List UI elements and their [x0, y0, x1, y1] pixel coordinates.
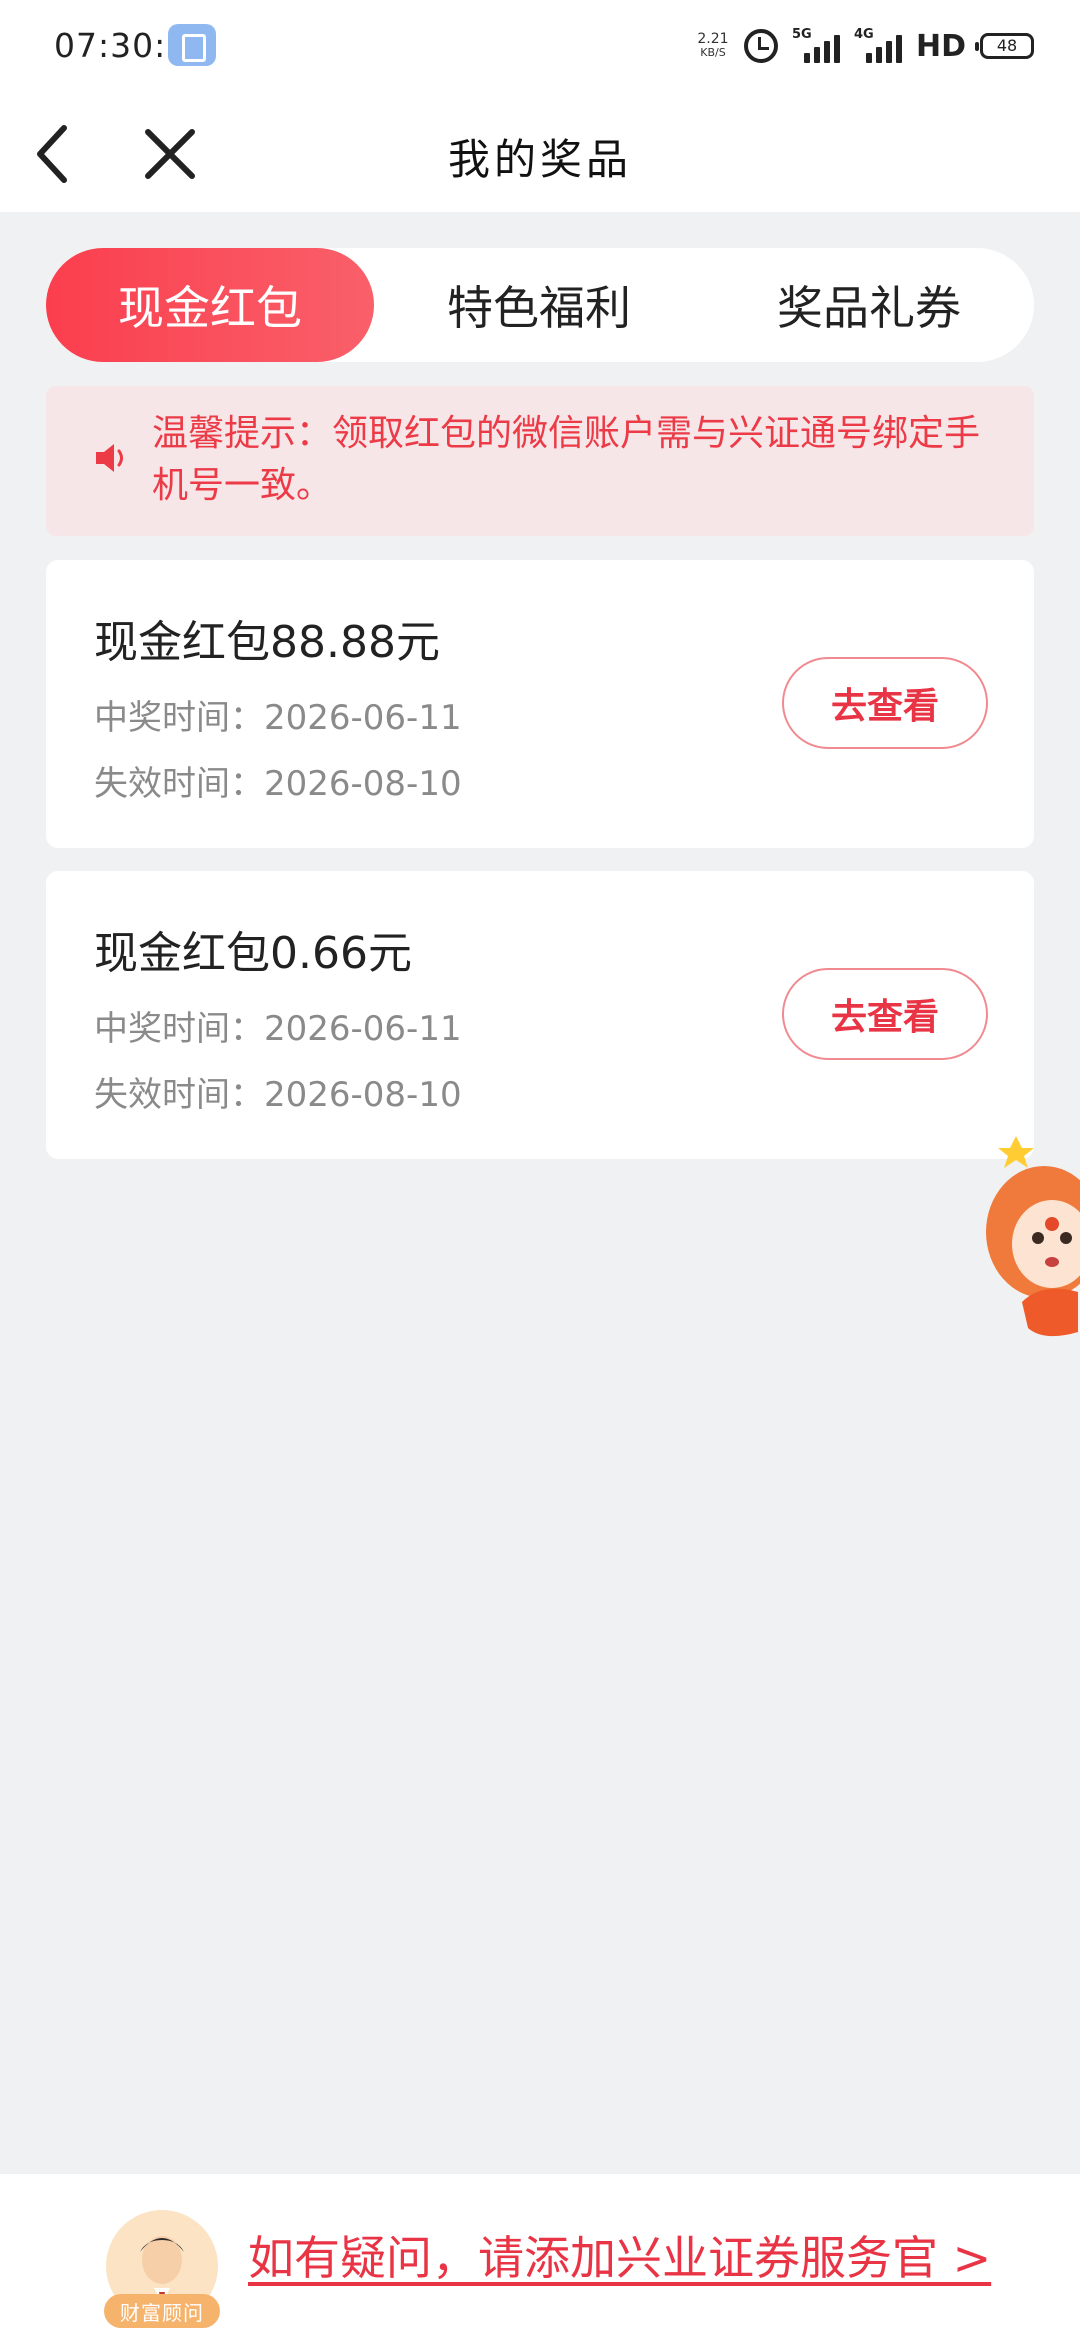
- tab-special-benefits[interactable]: 特色福利: [374, 248, 704, 362]
- prize-title: 现金红包88.88元: [94, 617, 440, 668]
- page-title: 我的奖品: [447, 135, 632, 184]
- prize-expire-time: 失效时间：2026-08-10: [94, 764, 462, 804]
- battery-icon: 48: [975, 33, 1034, 59]
- signal-4g-icon: 4G: [853, 27, 902, 63]
- status-indicators: 2.21 KB/S 5G 4G HD 48: [696, 24, 1034, 68]
- view-prize-button[interactable]: 去查看: [782, 968, 988, 1060]
- network-speed-value: 2.21: [697, 31, 729, 47]
- prize-tabs: 现金红包 特色福利 奖品礼券: [46, 248, 1034, 362]
- hd-voice-icon: HD: [915, 28, 966, 64]
- status-bar: 07:30:01 2.21 KB/S 5G 4G HD 48: [0, 0, 1080, 92]
- prize-card: 现金红包0.66元 中奖时间：2026-06-11 失效时间：2026-08-1…: [46, 871, 1034, 1159]
- prize-win-time: 中奖时间：2026-06-11: [94, 1009, 462, 1049]
- bottom-help-bar: 财富顾问 如有疑问，请添加兴业证券服务官 >: [0, 2174, 1080, 2340]
- prize-win-time: 中奖时间：2026-06-11: [94, 698, 462, 738]
- notice-banner: 温馨提示：领取红包的微信账户需与兴证通号绑定手机号一致。: [46, 386, 1034, 536]
- speaker-icon: [96, 444, 123, 472]
- view-prize-button[interactable]: 去查看: [782, 657, 988, 749]
- signal-4g-label: 4G: [853, 27, 874, 42]
- tab-prize-coupons[interactable]: 奖品礼券: [704, 248, 1034, 362]
- add-service-officer-link[interactable]: 如有疑问，请添加兴业证券服务官 >: [248, 2222, 991, 2288]
- app-notification-icon: [168, 24, 216, 66]
- advisor-badge: 财富顾问: [104, 2294, 220, 2328]
- prize-title: 现金红包0.66元: [94, 928, 412, 979]
- tab-cash-red-packet[interactable]: 现金红包: [46, 248, 374, 362]
- notice-text: 温馨提示：领取红包的微信账户需与兴证通号绑定手机号一致。: [152, 413, 981, 506]
- network-speed-unit: KB/S: [700, 46, 726, 59]
- prize-expire-time: 失效时间：2026-08-10: [94, 1075, 462, 1115]
- signal-5g-icon: 5G: [791, 27, 840, 63]
- nav-header: 我的奖品: [0, 92, 1080, 212]
- floating-mascot[interactable]: [982, 1132, 1080, 1344]
- alarm-icon: [743, 29, 778, 63]
- prize-card: 现金红包88.88元 中奖时间：2026-06-11 失效时间：2026-08-…: [46, 560, 1034, 848]
- network-speed: 2.21 KB/S: [696, 32, 730, 60]
- signal-5g-label: 5G: [791, 27, 812, 42]
